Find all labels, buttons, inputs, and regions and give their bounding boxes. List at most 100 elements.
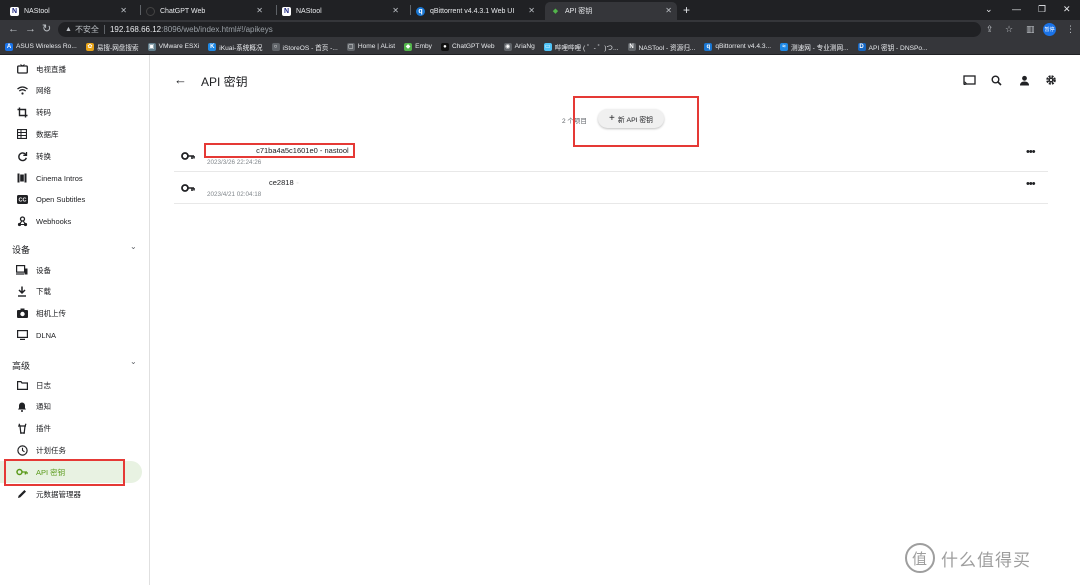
api-key-date: 2023/3/26 22:24:26 <box>207 159 262 166</box>
url-path: :8096/web/index.html#!/apikeys <box>161 25 273 34</box>
bookmark-favicon-icon: ≈ <box>780 42 789 51</box>
share-icon[interactable]: ⇪ <box>986 23 994 36</box>
live-tv-icon <box>16 63 28 75</box>
more-options-icon[interactable]: ••• <box>1026 146 1036 158</box>
bookmark-star-icon[interactable]: ☆ <box>1005 23 1013 36</box>
sidebar-item-database[interactable]: 数据库 <box>0 123 142 145</box>
bookmark-favicon-icon: D <box>857 42 866 51</box>
highlight-sidebar-api-annotation <box>4 459 125 486</box>
url-host: 192.168.66.12 <box>109 25 162 34</box>
chevron-down-icon[interactable]: ⌄ <box>130 242 137 251</box>
nastool-favicon-icon: N <box>10 6 19 16</box>
bookmark-item[interactable]: ○ iStoreOS - 首页 -... <box>271 42 338 52</box>
browser-tab-bar: N NAStool ✕ ChatGPT Web ✕ N NAStool ✕ q … <box>0 0 1080 20</box>
warning-icon[interactable]: ▲ <box>65 26 72 33</box>
close-window-icon[interactable]: ✕ <box>1063 2 1071 16</box>
sidebar-item-label: 转换 <box>36 151 51 161</box>
chevron-down-icon[interactable]: ⌄ <box>130 357 137 366</box>
sidebar-item-live-tv[interactable]: 电视直播 <box>0 58 142 80</box>
browser-tab[interactable]: N NAStool ✕ <box>276 2 404 20</box>
sidebar-item-devices[interactable]: 设备 <box>0 259 142 281</box>
restore-icon[interactable]: ❐ <box>1038 2 1046 16</box>
page-title: API 密钥 <box>201 75 248 89</box>
new-tab-button[interactable]: + <box>683 2 690 18</box>
bookmark-item[interactable]: ▭ 哔哩哔哩 ( ゜- ゜)つ... <box>543 42 619 52</box>
browser-tab-active[interactable]: ◆ API 密钥 ✕ <box>545 2 677 20</box>
svg-text:CC: CC <box>18 198 26 204</box>
address-bar[interactable]: ▲ 不安全 192.168.66.12 :8096/web/index.html… <box>58 22 981 37</box>
movie-icon <box>16 172 28 184</box>
bookmark-label: AriaNg <box>514 43 535 50</box>
bookmark-item[interactable]: A ASUS Wireless Ro... <box>5 42 77 51</box>
bookmark-item[interactable]: ✿ 易搜-网盘搜索 <box>85 42 139 52</box>
sidebar-item-crop[interactable]: 转码 <box>0 102 142 124</box>
close-tab-icon[interactable]: ✕ <box>528 6 535 15</box>
sidebar-item-movie[interactable]: Cinema Intros <box>0 167 142 189</box>
sidebar-item-download[interactable]: 下载 <box>0 281 142 303</box>
sidebar-item-label: Open Subtitles <box>36 195 86 205</box>
bookmark-item[interactable]: ◉ AriaNg <box>503 42 535 51</box>
sidebar-item-cc[interactable]: CC Open Subtitles <box>0 189 142 211</box>
sidebar-item-camera[interactable]: 相机上传 <box>0 302 142 324</box>
sidebar-item-label: 插件 <box>36 424 51 434</box>
back-icon[interactable]: ← <box>8 21 19 38</box>
sidebar-item-sync[interactable]: 转换 <box>0 145 142 167</box>
more-options-icon[interactable]: ••• <box>1026 178 1036 190</box>
browser-tab[interactable]: N NAStool ✕ <box>4 2 132 20</box>
browser-tab[interactable]: q qBittorrent v4.4.3.1 Web UI ✕ <box>410 2 540 20</box>
bookmark-favicon-icon: K <box>208 42 217 51</box>
reload-icon[interactable]: ↻ <box>42 21 51 38</box>
bookmark-item[interactable]: D API 密钥 - DNSPo... <box>857 42 928 52</box>
forward-icon[interactable]: → <box>25 21 36 38</box>
nastool-favicon-icon: N <box>282 6 291 16</box>
search-icon[interactable] <box>989 73 1003 87</box>
browser-tab[interactable]: ChatGPT Web ✕ <box>140 2 268 20</box>
chatgpt-favicon-icon <box>146 6 155 16</box>
close-tab-icon[interactable]: ✕ <box>665 6 672 15</box>
sidebar-item-webhook[interactable]: Webhooks <box>0 211 142 233</box>
profile-avatar[interactable]: 暂停 <box>1043 23 1056 36</box>
minimize-icon[interactable]: — <box>1012 2 1021 16</box>
address-divider <box>103 25 105 34</box>
bookmark-item[interactable]: ● ChatGPT Web <box>440 42 495 51</box>
close-tab-icon[interactable]: ✕ <box>256 6 263 15</box>
watermark-logo: 值 <box>905 543 935 573</box>
cast-icon[interactable] <box>962 73 976 87</box>
bookmark-label: qBittorrent v4.4.3... <box>715 43 772 50</box>
api-key-row[interactable]: ce2818 - 2023/4/21 02:04:18 ••• <box>174 173 1048 204</box>
bookmark-favicon-icon: N <box>627 42 636 51</box>
bookmark-item[interactable]: ▣ VMware ESXi <box>147 42 199 51</box>
bookmark-favicon-icon: ● <box>440 42 449 51</box>
sidebar-item-edit[interactable]: 元数据管理器 <box>0 483 142 505</box>
bookmark-label: NASTool - 资源归... <box>638 44 696 52</box>
sidebar-item-label: 计划任务 <box>36 445 66 455</box>
bookmark-item[interactable]: q qBittorrent v4.4.3... <box>704 42 772 51</box>
highlight-token-annotation <box>204 143 355 158</box>
sidebar-item-plugin[interactable]: 插件 <box>0 418 142 440</box>
bookmark-item[interactable]: ≈ 测速网 - 专业测网... <box>780 42 849 52</box>
main-content: ← API 密钥 2 个项目 + 新 API 密钥 c71ba4a5c1601e… <box>151 55 1080 585</box>
emby-favicon-icon: ◆ <box>552 8 559 15</box>
bookmark-item[interactable]: KiKuai-系统概况 <box>208 42 263 52</box>
user-icon[interactable] <box>1017 73 1031 87</box>
sidebar-item-dlna[interactable]: DLNA <box>0 324 142 346</box>
gear-icon[interactable] <box>1044 73 1058 87</box>
tab-search-icon[interactable]: ⌄ <box>985 2 993 16</box>
back-arrow-icon[interactable]: ← <box>174 72 187 87</box>
security-label[interactable]: 不安全 <box>75 24 99 35</box>
side-panel-icon[interactable]: ▥ <box>1026 23 1035 36</box>
bookmark-label: API 密钥 - DNSPo... <box>868 44 928 52</box>
sidebar-item-label: 转码 <box>36 108 51 118</box>
close-tab-icon[interactable]: ✕ <box>120 6 127 15</box>
sidebar-item-wifi[interactable]: 网络 <box>0 80 142 102</box>
tab-title: NAStool <box>296 7 322 15</box>
close-tab-icon[interactable]: ✕ <box>392 6 399 15</box>
sidebar-item-bell[interactable]: 通知 <box>0 396 142 418</box>
bookmark-item[interactable]: ▢ Home | AList <box>346 42 395 51</box>
bookmark-item[interactable]: ◆ Emby <box>404 42 432 51</box>
menu-icon[interactable]: ⋮ <box>1066 23 1075 36</box>
highlight-new-key-annotation <box>573 96 699 147</box>
bookmark-favicon-icon: ▣ <box>147 42 156 51</box>
bookmark-item[interactable]: N NASTool - 资源归... <box>627 42 696 52</box>
sidebar-item-folder[interactable]: 日志 <box>0 374 142 396</box>
